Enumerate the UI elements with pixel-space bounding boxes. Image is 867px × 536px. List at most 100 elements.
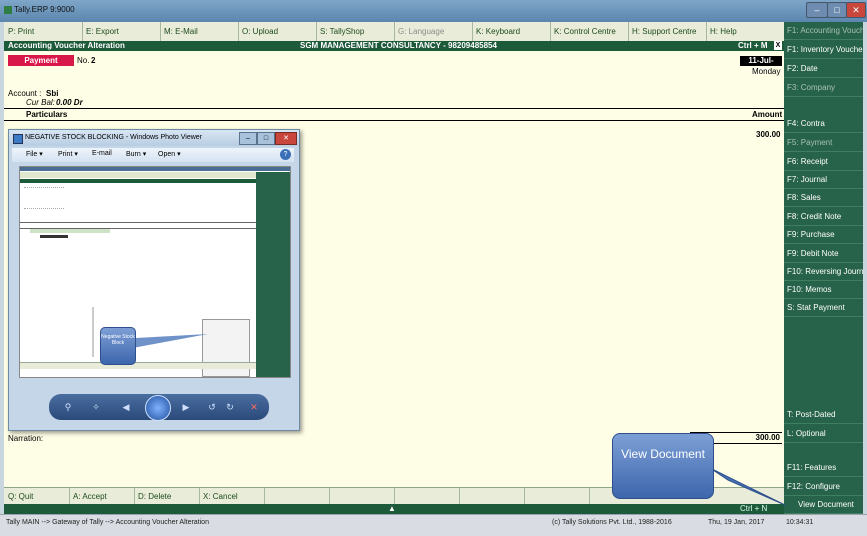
line-amount[interactable]: 300.00 [756,130,780,139]
screen-header: Accounting Voucher Alteration SGM MANAGE… [4,41,784,51]
btn-reversing-journal[interactable]: F10: Reversing Journal [784,263,863,281]
btn-memos[interactable]: F10: Memos [784,281,863,299]
pv-close-button[interactable]: ✕ [275,132,297,145]
cur-bal-value: 0.00 Dr [56,98,83,107]
btn-view-document[interactable]: View Document [784,496,863,514]
thumb-row [30,229,110,233]
pv-menu-open-label: Open [158,151,176,158]
empty-slot [524,488,590,505]
btn-receipt[interactable]: F6: Receipt [784,153,863,171]
narration-label: Narration: [8,434,44,443]
maximize-button[interactable]: □ [827,2,847,18]
menu-help[interactable]: H: Help [706,22,785,41]
photo-viewer-titlebar: NEGATIVE STOCK BLOCKING - Windows Photo … [9,130,299,146]
thumb-fields [24,187,64,209]
menu-tallyshop[interactable]: S: TallyShop [316,22,395,41]
help-icon[interactable]: ? [280,149,291,160]
btn-quit[interactable]: Q: Quit [4,488,70,505]
btn-optional[interactable]: L: Optional [784,425,863,443]
empty-slot [264,488,330,505]
btn-accounting-vouchers[interactable]: F1: Accounting Vouchers [784,22,863,40]
rotate-right-icon[interactable]: ↻ [223,400,237,414]
btn-stat-payment[interactable]: S: Stat Payment [784,299,863,317]
pv-minimize-button[interactable]: – [239,132,257,145]
menu-control-centre[interactable]: K: Control Centre [550,22,629,41]
pv-menu-email[interactable]: E-mail [92,150,112,157]
btn-company[interactable]: F3: Company [784,79,863,97]
voucher-day: Monday [752,67,781,76]
thumb-header [20,179,256,183]
right-button-panel: F1: Accounting Vouchers F1: Inventory Vo… [784,22,863,514]
menu-support-centre[interactable]: H: Support Centre [628,22,707,41]
total-amount: 300.00 [755,433,780,442]
col-particulars: Particulars [26,110,68,119]
zoom-icon[interactable]: ⚲ [61,400,75,414]
photo-viewer-app-icon [13,134,23,144]
menu-email[interactable]: M: E-Mail [160,22,239,41]
status-bar: Tally MAIN --> Gateway of Tally --> Acco… [0,514,867,536]
minimize-button[interactable]: – [806,2,828,18]
menu-keyboard[interactable]: K: Keyboard [472,22,551,41]
menu-print[interactable]: P: Print [4,22,83,41]
thumb-right-panel [256,172,290,377]
thumb-menubar [20,172,256,178]
pv-menu-burn[interactable]: Burn ▾ [126,150,146,158]
actual-size-icon[interactable]: ✧ [89,400,103,414]
btn-payment[interactable]: F5: Payment [784,134,863,152]
previous-icon[interactable]: ◀ [119,400,133,414]
thumb-titlebar [20,167,290,171]
btn-contra[interactable]: F4: Contra [784,115,863,133]
screen-title: Accounting Voucher Alteration [8,41,125,50]
btn-features[interactable]: F11: Features [784,459,863,477]
btn-post-dated[interactable]: T: Post-Dated [784,406,863,424]
pv-menu-file[interactable]: File ▾ [26,150,43,158]
empty-slot [329,488,395,505]
pv-menu-print[interactable]: Print ▾ [58,150,78,158]
btn-configure[interactable]: F12: Configure [784,478,863,496]
status-copyright: (c) Tally Solutions Pvt. Ltd., 1988-2016 [552,519,672,526]
rotate-left-icon[interactable]: ↺ [205,400,219,414]
status-path: Tally MAIN --> Gateway of Tally --> Acco… [6,519,209,526]
company-name: SGM MANAGEMENT CONSULTANCY - 98209485854 [300,41,497,50]
pv-menu-file-label: File [26,151,38,158]
thumb-negative-stock-callout: Negative Stock Block [100,327,136,365]
particulars-header-row: Particulars Amount [4,108,784,121]
voucher-date[interactable]: 11-Jul-2016 [740,56,782,75]
next-icon[interactable]: ▶ [179,400,193,414]
btn-accept[interactable]: A: Accept [69,488,135,505]
btn-journal[interactable]: F7: Journal [784,171,863,189]
thumb-row-highlight [40,235,68,238]
pv-menu-print-label: Print [58,151,73,158]
voucher-type-badge[interactable]: Payment [8,55,74,66]
screen-close-icon[interactable]: X [774,41,782,50]
btn-sales[interactable]: F8: Sales [784,189,863,207]
voucher-no-value[interactable]: 2 [91,56,95,65]
photo-viewer-window[interactable]: NEGATIVE STOCK BLOCKING - Windows Photo … [8,129,300,431]
close-button[interactable]: ✕ [846,2,866,18]
menu-language[interactable]: G: Language [394,22,473,41]
menu-upload[interactable]: O: Upload [238,22,317,41]
bottom-green-strip: ▲ Ctrl + N [4,504,784,514]
menu-export[interactable]: E: Export [82,22,161,41]
btn-credit-note[interactable]: F8: Credit Note [784,208,863,226]
pv-menu-burn-label: Burn [126,151,141,158]
btn-cancel[interactable]: X: Cancel [199,488,265,505]
btn-purchase[interactable]: F9: Purchase [784,226,863,244]
voucher-no-label: No. [77,56,90,65]
delete-icon[interactable]: ✕ [247,400,261,414]
ctrl-m-shortcut[interactable]: Ctrl + M [738,41,768,51]
account-label: Account : [8,89,42,98]
pv-menu-open[interactable]: Open ▾ [158,150,181,158]
window-titlebar: Tally.ERP 9:9000 – □ ✕ [0,0,867,22]
btn-delete[interactable]: D: Delete [134,488,200,505]
account-value[interactable]: Sbi [46,89,58,98]
btn-inventory-vouchers[interactable]: F1: Inventory Vouchers [784,41,863,59]
pv-maximize-button[interactable]: □ [257,132,275,145]
col-amount: Amount [752,110,783,119]
slideshow-button[interactable] [145,395,171,421]
window-title: Tally.ERP 9:9000 [14,5,75,14]
scroll-up-icon[interactable]: ▲ [388,504,396,513]
btn-debit-note[interactable]: F9: Debit Note [784,245,863,263]
tally-app-icon [4,6,12,14]
btn-date[interactable]: F2: Date [784,60,863,78]
